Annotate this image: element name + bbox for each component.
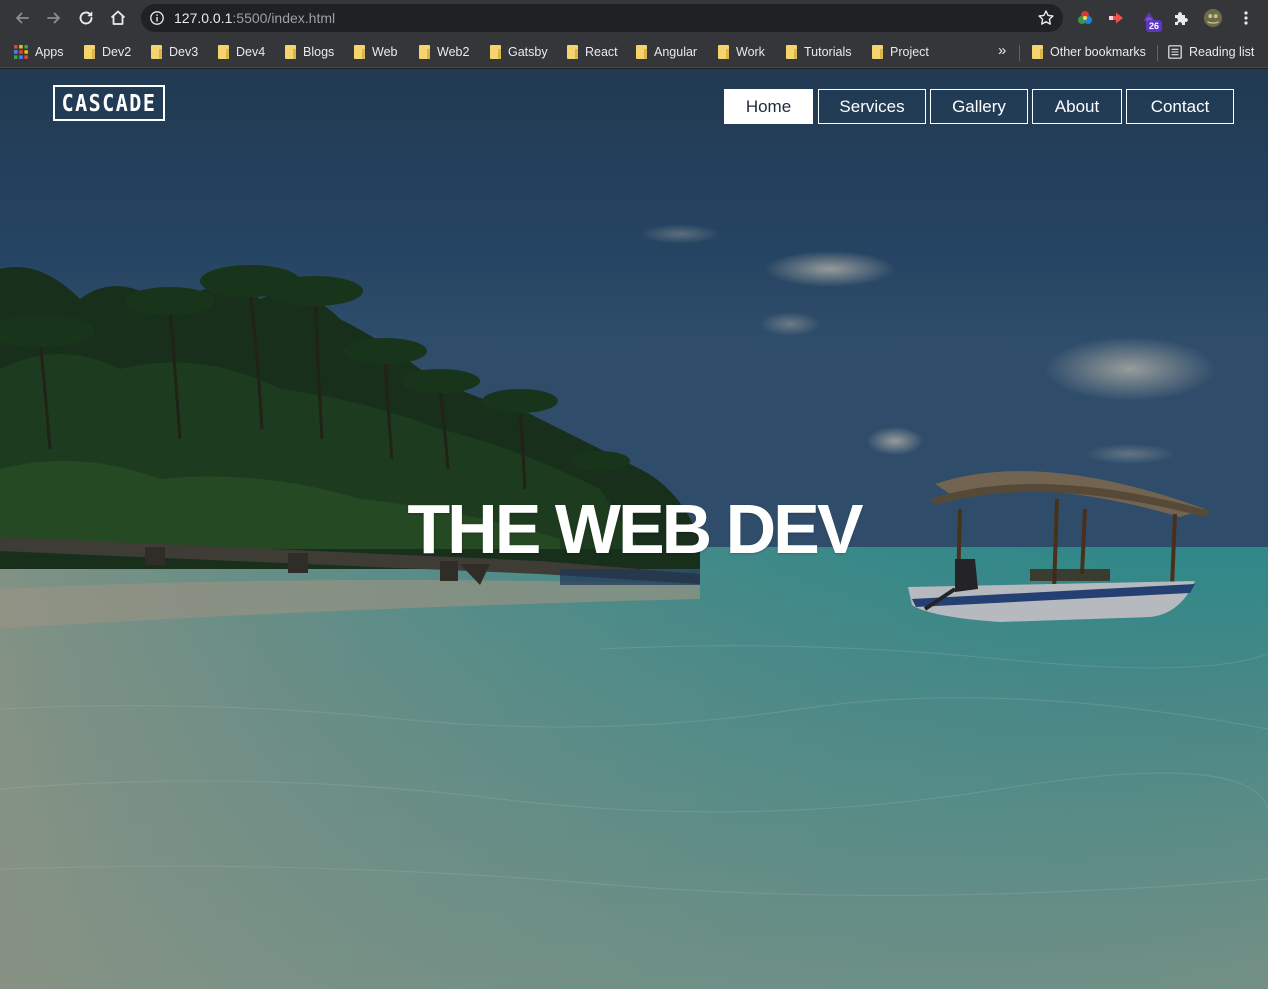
- bookmark-label: Blogs: [303, 45, 335, 59]
- bookmarks-divider: [1157, 45, 1158, 61]
- nav-about-button[interactable]: About: [1032, 89, 1122, 124]
- nav-services-button[interactable]: Services: [818, 89, 926, 124]
- logo-text: CASCADE: [61, 89, 157, 117]
- bookmarks-overflow-button[interactable]: »: [998, 41, 1006, 59]
- nav-contact-button[interactable]: Contact: [1126, 89, 1234, 124]
- kebab-menu-icon: [1244, 11, 1248, 25]
- bookmark-label: React: [585, 45, 618, 59]
- bookmarks-divider: [1019, 45, 1020, 61]
- bookmark-folder-web[interactable]: Web: [354, 43, 397, 61]
- folder-icon: [490, 45, 501, 59]
- apps-grid-icon: [14, 45, 28, 59]
- reload-button[interactable]: [74, 6, 98, 30]
- bookmark-label: Web: [372, 45, 398, 59]
- extensions-button[interactable]: [1171, 8, 1191, 28]
- forward-button[interactable]: [42, 6, 66, 30]
- bookmark-label: Apps: [35, 45, 64, 59]
- folder-icon: [218, 45, 229, 59]
- info-icon[interactable]: [149, 10, 165, 26]
- folder-icon: [354, 45, 365, 59]
- folder-icon: [151, 45, 162, 59]
- bookmarks-bar: Apps Dev2 Dev3 Dev4 Blogs Web Web2 Gatsb…: [0, 36, 1268, 68]
- folder-icon: [636, 45, 647, 59]
- url-host: 127.0.0.1: [174, 10, 233, 26]
- color-extension-button[interactable]: [1075, 8, 1095, 28]
- bookmark-label: Other bookmarks: [1050, 45, 1146, 59]
- bookmark-folder-angular[interactable]: Angular: [636, 43, 697, 61]
- url-text[interactable]: 127.0.0.1:5500/index.html: [174, 10, 335, 26]
- bookmark-label: Work: [736, 45, 765, 59]
- reading-list-icon: [1168, 45, 1182, 59]
- reading-list-button[interactable]: Reading list: [1168, 43, 1254, 61]
- bookmark-folder-work[interactable]: Work: [718, 43, 765, 61]
- bookmark-folder-dev2[interactable]: Dev2: [84, 43, 131, 61]
- bookmark-label: Dev3: [169, 45, 199, 59]
- folder-icon: [786, 45, 797, 59]
- bookmark-folder-dev3[interactable]: Dev3: [151, 43, 198, 61]
- bookmark-folder-react[interactable]: React: [567, 43, 618, 61]
- color-wheel-icon: [1078, 11, 1092, 24]
- bookmark-folder-blogs[interactable]: Blogs: [285, 43, 334, 61]
- nav-home-button[interactable]: Home: [724, 89, 813, 124]
- bookmark-folder-web2[interactable]: Web2: [419, 43, 469, 61]
- folder-icon: [872, 45, 883, 59]
- hero-section: CASCADE Home Services Gallery About Cont…: [0, 69, 1268, 989]
- folder-icon: [84, 45, 95, 59]
- bookmark-label: Project: [890, 45, 929, 59]
- profile-button[interactable]: [1203, 8, 1223, 28]
- arrow-right-icon: [47, 12, 60, 24]
- url-path: :5500/index.html: [232, 10, 336, 26]
- bookmark-label: Gatsby: [508, 45, 548, 59]
- folder-icon: [718, 45, 729, 59]
- puzzle-icon: [1175, 12, 1188, 25]
- red-arrow-icon: [1109, 12, 1123, 24]
- bookmark-folder-dev4[interactable]: Dev4: [218, 43, 265, 61]
- bookmark-label: Dev2: [102, 45, 132, 59]
- bookmark-folder-project[interactable]: Project: [872, 43, 929, 61]
- site-logo[interactable]: CASCADE: [53, 85, 165, 121]
- folder-icon: [1032, 45, 1043, 59]
- bookmark-folder-other[interactable]: Other bookmarks: [1032, 43, 1146, 61]
- reload-icon: [79, 11, 93, 25]
- menu-button[interactable]: [1236, 8, 1256, 28]
- address-bar[interactable]: 127.0.0.1:5500/index.html: [141, 4, 1063, 32]
- back-button[interactable]: [10, 6, 34, 30]
- bookmark-folder-tutorials[interactable]: Tutorials: [786, 43, 851, 61]
- arrow-left-icon: [16, 12, 29, 24]
- folder-icon: [419, 45, 430, 59]
- folder-icon: [567, 45, 578, 59]
- bookmark-label: Web2: [437, 45, 470, 59]
- chevron-double-right-icon: »: [998, 41, 1007, 59]
- bookmark-label: Tutorials: [804, 45, 852, 59]
- browser-toolbar: 127.0.0.1:5500/index.html 26: [0, 0, 1268, 36]
- bookmark-apps[interactable]: Apps: [14, 43, 64, 61]
- bookmark-folder-gatsby[interactable]: Gatsby: [490, 43, 548, 61]
- bookmark-label: Dev4: [236, 45, 266, 59]
- arrow-extension-button[interactable]: [1106, 8, 1126, 28]
- avatar-icon: [1203, 8, 1223, 28]
- star-icon[interactable]: [1037, 9, 1055, 27]
- reading-list-label: Reading list: [1189, 45, 1255, 59]
- bookmark-label: Angular: [654, 45, 698, 59]
- folder-icon: [285, 45, 296, 59]
- hero-headline: THE WEB DEV: [407, 490, 863, 568]
- home-icon: [110, 10, 126, 25]
- home-button[interactable]: [106, 6, 130, 30]
- nav-gallery-button[interactable]: Gallery: [930, 89, 1028, 124]
- extension-badge: 26: [1146, 20, 1162, 32]
